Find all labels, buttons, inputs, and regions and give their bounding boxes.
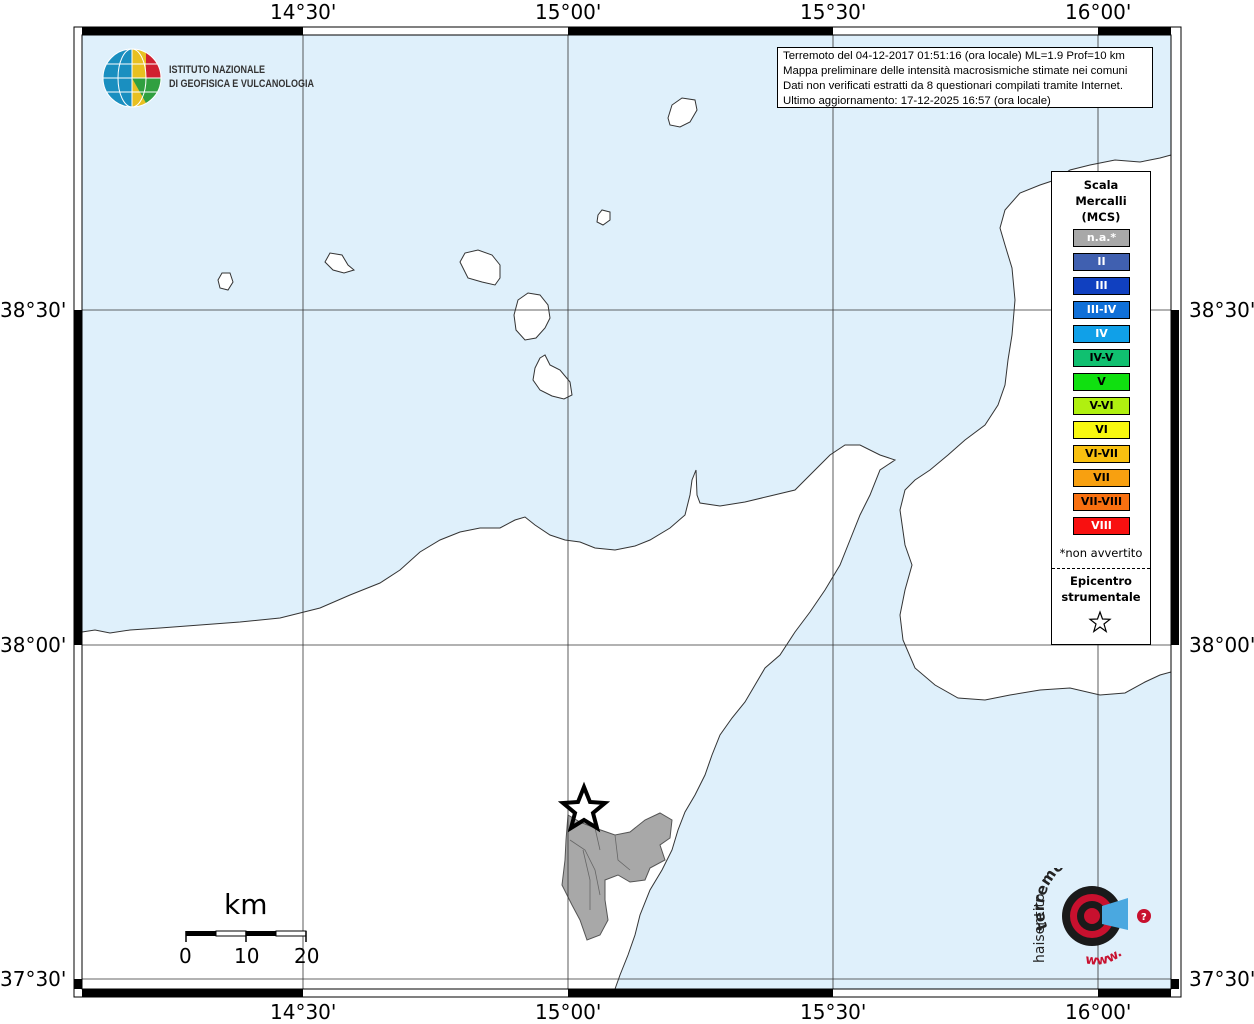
logo-line-1: ISTITUTO NAZIONALE (169, 64, 266, 76)
info-line-4: Ultimo aggiornamento: 17-12-2025 16:57 (… (783, 95, 1051, 107)
legend-item-swatch: V-VI (1073, 397, 1130, 415)
legend-item-swatch: VII (1073, 469, 1130, 487)
haisentito-logo: ? terremoto.it www. haisentito (1030, 868, 1151, 969)
legend-epicenter-line-2: strumentale (1061, 590, 1141, 604)
info-line-2: Mappa preliminare delle intensità macros… (783, 65, 1128, 77)
legend-item-swatch: VI-VII (1073, 445, 1130, 463)
bottom-lon-label: 16°00' (1065, 1000, 1132, 1024)
left-lat-label: 38°30' (0, 298, 67, 322)
scale-tick-label: 0 (179, 944, 192, 968)
left-lat-label: 37°30' (0, 967, 67, 991)
watermark-bottom-text: www. (1084, 946, 1125, 969)
right-lat-label: 38°30' (1189, 298, 1254, 322)
scale-unit-label: km (224, 888, 268, 921)
legend-epicenter-line-1: Epicentro (1070, 574, 1132, 588)
mercalli-legend: Scala Mercalli (MCS) n.a.* II III III-IV IV I… (1051, 171, 1151, 645)
earthquake-info-box: Terremoto del 04-12-2017 01:51:16 (ora l… (777, 47, 1153, 108)
top-lon-label: 14°30' (270, 0, 337, 24)
top-lon-label: 15°30' (800, 0, 867, 24)
bottom-lon-label: 14°30' (270, 1000, 337, 1024)
bottom-lon-label: 15°00' (535, 1000, 602, 1024)
logo-line-2: DI GEOFISICA E VULCANOLOGIA (169, 78, 314, 90)
bottom-lon-label: 15°30' (800, 1000, 867, 1024)
top-lon-label: 15°00' (535, 0, 602, 24)
legend-title-line-1: Scala (1083, 178, 1119, 192)
top-lon-label: 16°00' (1065, 0, 1132, 24)
info-line-1: Terremoto del 04-12-2017 01:51:16 (ora l… (783, 50, 1125, 62)
legend-title: Scala Mercalli (MCS) (1052, 177, 1150, 225)
legend-item-swatch: VII-VIII (1073, 493, 1130, 511)
legend-item-swatch: III (1073, 277, 1130, 295)
left-lat-label: 38°00' (0, 633, 67, 657)
legend-star-icon (1088, 610, 1112, 634)
legend-item-swatch: IV (1073, 325, 1130, 343)
right-lat-label: 38°00' (1189, 633, 1254, 657)
legend-separator (1052, 568, 1150, 569)
legend-title-line-3: (MCS) (1081, 210, 1121, 224)
legend-item-swatch: V (1073, 373, 1130, 391)
legend-note: *non avvertito (1059, 546, 1143, 560)
watermark-mid-text: haisentito (1032, 893, 1048, 963)
legend-item-swatch: VIII (1073, 517, 1130, 535)
legend-title-line-2: Mercalli (1075, 194, 1127, 208)
svg-text:?: ? (1141, 912, 1147, 923)
legend-epicenter-label: Epicentro strumentale (1052, 573, 1150, 605)
legend-item-swatch: IV-V (1073, 349, 1130, 367)
info-line-3: Dati non verificati estratti da 8 questi… (783, 80, 1123, 92)
right-lat-label: 37°30' (1189, 967, 1254, 991)
legend-item-swatch: n.a.* (1073, 229, 1130, 247)
scale-tick-label: 10 (234, 944, 260, 968)
ingv-logo-text: ISTITUTO NAZIONALE DI GEOFISICA E VULCAN… (169, 63, 314, 91)
legend-item-swatch: II (1073, 253, 1130, 271)
legend-item-swatch: III-IV (1073, 301, 1130, 319)
legend-item-swatch: VI (1073, 421, 1130, 439)
scale-tick-label: 20 (294, 944, 320, 968)
ingv-globe-logo (102, 48, 162, 108)
